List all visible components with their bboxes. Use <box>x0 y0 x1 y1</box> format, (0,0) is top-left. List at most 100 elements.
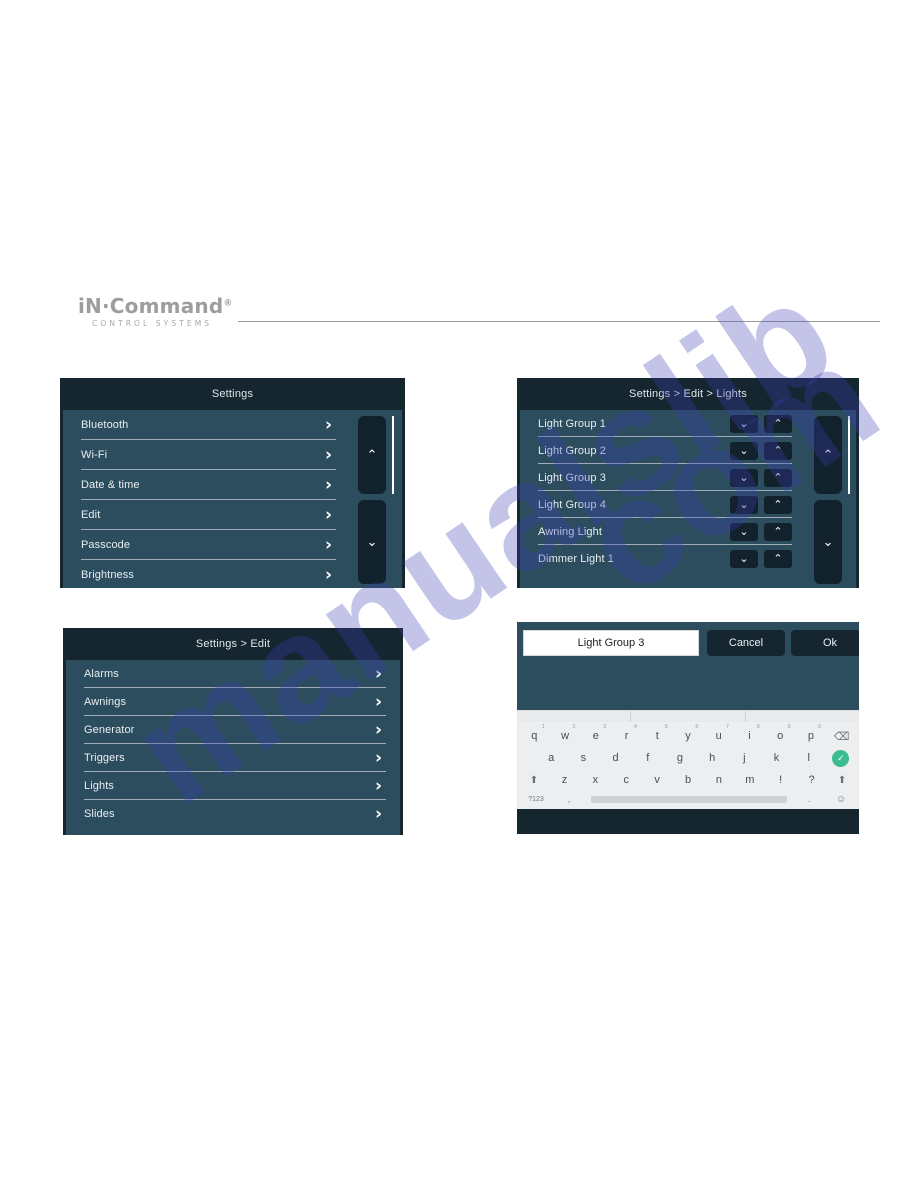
key-e[interactable]: e3 <box>580 724 611 747</box>
space-key[interactable] <box>591 795 787 803</box>
key-f[interactable]: f <box>632 747 664 769</box>
move-down-button[interactable]: ⌄ <box>730 468 758 487</box>
key-t[interactable]: t5 <box>642 724 673 747</box>
suggestion-slot-3[interactable] <box>746 711 859 722</box>
key-s[interactable]: s <box>567 747 599 769</box>
move-up-button[interactable]: ⌃ <box>764 441 792 460</box>
lights-row-light-group-2[interactable]: Light Group 2 ⌄ ⌃ <box>520 437 806 464</box>
key-superscript: 9 <box>787 724 791 730</box>
edit-row-awnings[interactable]: Awnings › <box>66 688 400 716</box>
chevron-right-icon: › <box>324 414 332 435</box>
key-p[interactable]: p0 <box>796 724 827 747</box>
edit-row-lights[interactable]: Lights › <box>66 772 400 800</box>
logo-tagline: CONTROL SYSTEMS <box>92 319 213 328</box>
move-down-button[interactable]: ⌄ <box>730 495 758 514</box>
edit-row-generator[interactable]: Generator › <box>66 716 400 744</box>
key-question[interactable]: ? <box>796 769 827 791</box>
edit-row-label: Awnings <box>84 696 127 708</box>
lights-scroll-controls: ⌃ ⌄ <box>814 410 844 588</box>
key-w[interactable]: w2 <box>550 724 581 747</box>
key-u[interactable]: u7 <box>703 724 734 747</box>
key-d[interactable]: d <box>599 747 631 769</box>
chevron-up-icon: ⌃ <box>773 471 783 484</box>
enter-check-icon[interactable]: ✓ <box>832 749 850 767</box>
key-a[interactable]: a <box>535 747 567 769</box>
move-down-button[interactable]: ⌄ <box>730 414 758 433</box>
scroll-up-button[interactable]: ⌃ <box>358 416 386 494</box>
logo-registered-mark: ® <box>223 298 233 309</box>
chevron-up-icon: ⌃ <box>822 447 834 463</box>
emoji-icon[interactable]: ☺ <box>825 794 857 805</box>
comma-key[interactable]: , <box>553 794 585 804</box>
key-g[interactable]: g <box>664 747 696 769</box>
key-v[interactable]: v <box>642 769 673 791</box>
key-m[interactable]: m <box>734 769 765 791</box>
key-label: w <box>561 730 570 742</box>
shift-right-icon[interactable]: ⬆ <box>827 775 857 786</box>
settings-row-wifi[interactable]: Wi-Fi › <box>63 440 350 470</box>
settings-row-date-time[interactable]: Date & time › <box>63 470 350 500</box>
settings-row-passcode[interactable]: Passcode › <box>63 530 350 560</box>
edit-row-label: Generator <box>84 724 135 736</box>
lights-row-dimmer-light-1[interactable]: Dimmer Light 1 ⌄ ⌃ <box>520 545 806 572</box>
key-i[interactable]: i8 <box>734 724 765 747</box>
edit-panel-body: Alarms › Awnings › Generator › Triggers … <box>66 660 400 835</box>
settings-row-brightness[interactable]: Brightness › <box>63 560 350 588</box>
chevron-right-icon: › <box>324 444 332 465</box>
move-up-button[interactable]: ⌃ <box>764 549 792 568</box>
key-l[interactable]: l <box>793 747 825 769</box>
scroll-down-button[interactable]: ⌄ <box>358 500 386 584</box>
settings-row-edit[interactable]: Edit › <box>63 500 350 530</box>
settings-row-bluetooth[interactable]: Bluetooth › <box>63 410 350 440</box>
chevron-right-icon: › <box>324 504 332 525</box>
lights-row-light-group-3[interactable]: Light Group 3 ⌄ ⌃ <box>520 464 806 491</box>
key-r[interactable]: r4 <box>611 724 642 747</box>
symbols-key[interactable]: ?123 <box>519 796 553 803</box>
key-o[interactable]: o9 <box>765 724 796 747</box>
move-up-button[interactable]: ⌃ <box>764 414 792 433</box>
key-k[interactable]: k <box>760 747 792 769</box>
settings-panel-title: Settings <box>63 381 402 407</box>
key-exclamation[interactable]: ! <box>765 769 796 791</box>
edit-row-label: Alarms <box>84 668 119 680</box>
move-down-button[interactable]: ⌄ <box>730 441 758 460</box>
edit-row-triggers[interactable]: Triggers › <box>66 744 400 772</box>
move-up-button[interactable]: ⌃ <box>764 468 792 487</box>
key-z[interactable]: z <box>549 769 580 791</box>
lights-row-light-group-4[interactable]: Light Group 4 ⌄ ⌃ <box>520 491 806 518</box>
move-down-button[interactable]: ⌄ <box>730 549 758 568</box>
suggestion-slot-1[interactable] <box>517 711 632 722</box>
cancel-button[interactable]: Cancel <box>707 630 785 656</box>
key-label: o <box>777 730 784 742</box>
lights-row-label: Light Group 1 <box>538 417 606 430</box>
edit-row-slides[interactable]: Slides › <box>66 800 400 828</box>
key-j[interactable]: j <box>728 747 760 769</box>
ok-button[interactable]: Ok <box>791 630 859 656</box>
key-h[interactable]: h <box>696 747 728 769</box>
edit-row-alarms[interactable]: Alarms › <box>66 660 400 688</box>
key-b[interactable]: b <box>673 769 704 791</box>
move-up-button[interactable]: ⌃ <box>764 495 792 514</box>
enter-key-wrap: ✓ <box>825 749 857 767</box>
backspace-icon[interactable]: ⌫ <box>826 725 857 747</box>
lights-row-light-group-1[interactable]: Light Group 1 ⌄ ⌃ <box>520 410 806 437</box>
key-x[interactable]: x <box>580 769 611 791</box>
scrollbar-thumb[interactable] <box>848 416 850 494</box>
chevron-up-icon: ⌃ <box>773 444 783 457</box>
scroll-up-button[interactable]: ⌃ <box>814 416 842 494</box>
lights-row-awning-light[interactable]: Awning Light ⌄ ⌃ <box>520 518 806 545</box>
key-y[interactable]: y6 <box>673 724 704 747</box>
scroll-down-button[interactable]: ⌄ <box>814 500 842 584</box>
period-key[interactable]: . <box>793 794 825 804</box>
suggestion-slot-2[interactable] <box>631 711 746 722</box>
scrollbar-thumb[interactable] <box>392 416 394 494</box>
key-q[interactable]: q1 <box>519 724 550 747</box>
move-up-button[interactable]: ⌃ <box>764 522 792 541</box>
move-down-button[interactable]: ⌄ <box>730 522 758 541</box>
key-c[interactable]: c <box>611 769 642 791</box>
shift-left-icon[interactable]: ⬆ <box>519 775 549 786</box>
chevron-up-icon: ⌃ <box>773 417 783 430</box>
key-n[interactable]: n <box>703 769 734 791</box>
chevron-down-icon: ⌄ <box>739 498 749 511</box>
rename-input[interactable]: Light Group 3 <box>523 630 699 656</box>
